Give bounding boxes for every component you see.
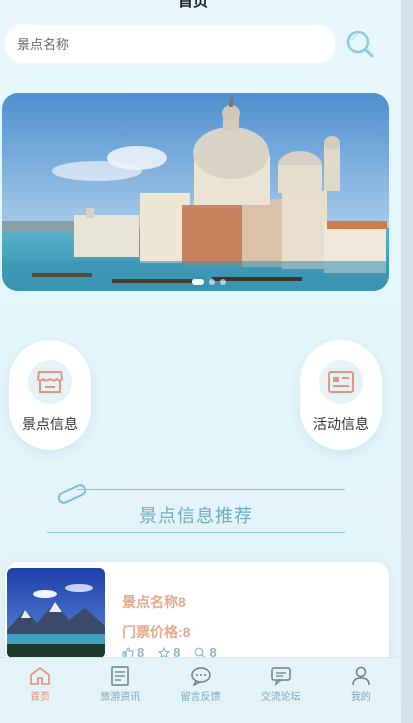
search-bar[interactable] [5,25,335,63]
card-thumbnail [7,568,105,658]
icon-circle [319,360,363,404]
bottom-tabbar: 首页 旅游资讯 留言反馈 交流论坛 我的 [0,657,401,707]
user-icon [352,666,370,686]
carousel-dot[interactable] [192,279,204,285]
divider [47,532,345,533]
news-card-icon [328,371,354,393]
tab-label: 旅游资讯 [100,692,141,703]
app-screen: 首页 景点名称 景点信息 活动信息 景点信息推荐 景点名称8 门票价格:8 8 … [0,0,401,723]
banner-image [2,93,389,291]
search-input[interactable] [17,36,317,52]
tab-mine[interactable]: 我的 [321,658,401,707]
carousel-indicator[interactable] [192,279,226,285]
home-icon [30,667,50,685]
section-title: 景点信息推荐 [139,506,253,526]
scroll-gutter [401,0,413,723]
tab-home[interactable]: 首页 [0,658,80,707]
carousel-dot[interactable] [220,279,226,285]
search-icon[interactable] [344,28,376,60]
nav-card-label: 景点信息 [22,416,78,432]
nav-card-scenic-info[interactable]: 景点信息 [9,340,91,450]
nav-card-label: 活动信息 [313,416,369,432]
forum-icon [270,667,291,686]
page-title: 首页 [178,0,209,10]
message-icon [190,667,211,686]
section-header: 景点信息推荐 [47,480,345,536]
tab-travel-news[interactable]: 旅游资讯 [80,658,160,707]
tab-feedback[interactable]: 留言反馈 [160,658,240,707]
card-title: 景点名称8 [122,594,186,610]
nav-card-activity-info[interactable]: 活动信息 [300,340,382,450]
divider [77,489,345,490]
carousel-dot[interactable] [209,279,215,285]
icon-circle [28,360,72,404]
tab-label: 首页 [30,692,51,703]
safe-area [0,707,401,723]
tab-forum[interactable]: 交流论坛 [241,658,321,707]
news-icon [111,666,130,686]
card-price: 门票价格:8 [122,624,191,640]
banner-carousel[interactable] [2,93,389,291]
tab-label: 留言反馈 [180,692,221,703]
tab-label: 我的 [350,692,371,703]
tab-label: 交流论坛 [260,692,301,703]
store-icon [37,371,63,393]
